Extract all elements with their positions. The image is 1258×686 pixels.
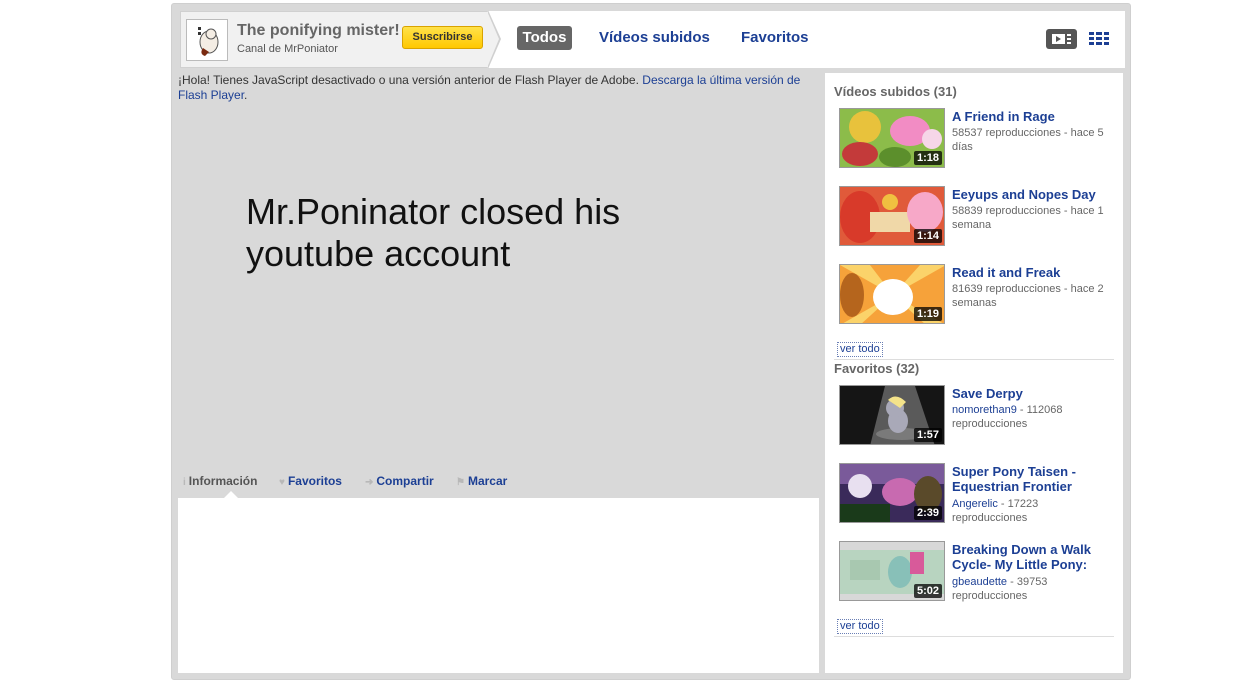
video-meta: 81639 reproducciones - hace 2 semanas (952, 283, 1104, 309)
share-arrow-icon: ➜ (365, 477, 374, 488)
video-meta: nomorethan9 - 112068 reproducciones (952, 403, 1112, 431)
section-divider (834, 359, 1114, 360)
grid-view-button[interactable] (1089, 32, 1109, 46)
video-meta: 58537 reproducciones - hace 5 días (952, 127, 1104, 153)
video-item: 5:02 Breaking Down a Walk Cycle- My Litt… (839, 541, 1119, 603)
tab-uploads[interactable]: Vídeos subidos (599, 26, 710, 50)
uploads-see-all-link[interactable]: ver todo (837, 342, 883, 357)
flash-warning-text: ¡Hola! Tienes JavaScript desactivado o u… (178, 73, 639, 87)
video-player[interactable]: ¡Hola! Tienes JavaScript desactivado o u… (172, 70, 822, 470)
tab-favorites[interactable]: Favoritos (741, 26, 809, 50)
video-item: 2:39 Super Pony Taisen - Equestrian Fron… (839, 463, 1119, 525)
flag-icon: ⚑ (456, 477, 465, 488)
video-title[interactable]: A Friend in Rage (952, 109, 1112, 124)
tab-information-label: Información (188, 474, 258, 488)
video-author-link[interactable]: Angerelic (952, 498, 998, 510)
video-title[interactable]: Save Derpy (952, 386, 1112, 401)
video-duration: 2:39 (913, 506, 942, 520)
video-thumbnail[interactable]: 1:57 (839, 385, 945, 445)
avatar[interactable] (186, 19, 228, 61)
channel-header: The ponifying mister! Canal de MrPoniato… (180, 10, 1125, 69)
video-meta: Angerelic - 17223 reproducciones (952, 497, 1112, 525)
video-duration: 5:02 (913, 584, 942, 598)
video-thumbnail[interactable]: 2:39 (839, 463, 945, 523)
video-meta: gbeaudette - 39753 reproducciones (952, 575, 1112, 603)
header-arrow (487, 11, 499, 68)
video-title[interactable]: Read it and Freak (952, 265, 1112, 280)
channel-info-box: The ponifying mister! Canal de MrPoniato… (180, 11, 488, 68)
info-tabs: i Información ♥ Favoritos ➜ Compartir ⚑ Marc… (172, 470, 822, 498)
heart-icon: ♥ (279, 477, 285, 488)
video-thumbnail[interactable]: 1:18 (839, 108, 945, 168)
channel-title[interactable]: The ponifying mister! (237, 22, 400, 40)
grid-view-icon (1089, 32, 1109, 45)
video-title[interactable]: Eeyups and Nopes Day (952, 187, 1112, 202)
video-author-link[interactable]: gbeaudette (952, 576, 1007, 588)
video-thumbnail[interactable]: 1:14 (839, 186, 945, 246)
favorites-see-all-link[interactable]: ver todo (837, 619, 883, 634)
uploads-section-title[interactable]: Vídeos subidos (31) (834, 84, 957, 99)
video-duration: 1:14 (913, 229, 942, 243)
tab-add-favorite-label: Favoritos (287, 474, 342, 488)
info-icon: i (183, 477, 186, 488)
favorites-section-title[interactable]: Favoritos (32) (834, 361, 919, 376)
info-panel (178, 498, 819, 673)
video-title[interactable]: Super Pony Taisen - Equestrian Frontier (952, 464, 1112, 494)
video-item: 1:19 Read it and Freak 81639 reproduccio… (839, 264, 1119, 324)
tab-all[interactable]: Todos (517, 26, 572, 50)
video-meta: 58839 reproducciones - hace 1 semana (952, 205, 1104, 231)
video-author-link[interactable]: nomorethan9 (952, 404, 1017, 416)
sidebar: Vídeos subidos (31) 1:18 A Friend in Rag… (825, 73, 1123, 673)
subscribe-button[interactable]: Suscribirse (402, 26, 483, 49)
tab-flag-label: Marcar (467, 474, 508, 488)
video-thumbnail[interactable]: 1:19 (839, 264, 945, 324)
video-item: 1:14 Eeyups and Nopes Day 58839 reproduc… (839, 186, 1119, 246)
tab-share[interactable]: ➜ Compartir (365, 474, 434, 488)
video-thumbnail[interactable]: 5:02 (839, 541, 945, 601)
video-item: 1:57 Save Derpy nomorethan9 - 112068 rep… (839, 385, 1119, 445)
section-divider (834, 636, 1114, 637)
video-duration: 1:18 (913, 151, 942, 165)
video-title[interactable]: Breaking Down a Walk Cycle- My Little Po… (952, 542, 1112, 572)
player-view-icon (1052, 34, 1071, 44)
video-duration: 1:57 (913, 428, 942, 442)
flash-warning: ¡Hola! Tienes JavaScript desactivado o u… (178, 73, 801, 102)
tab-flag[interactable]: ⚑ Marcar (456, 474, 507, 488)
channel-frame: The ponifying mister! Canal de MrPoniato… (171, 3, 1131, 680)
tab-share-label: Compartir (376, 474, 434, 488)
channel-subtitle: Canal de MrPoniator (237, 43, 338, 55)
active-tab-pointer (224, 491, 238, 498)
player-overlay-text: Mr.Poninator closed his youtube account (246, 191, 621, 274)
video-duration: 1:19 (913, 307, 942, 321)
tab-add-favorite[interactable]: ♥ Favoritos (279, 474, 342, 488)
video-item: 1:18 A Friend in Rage 58537 reproduccion… (839, 108, 1119, 168)
player-view-button[interactable] (1046, 29, 1077, 49)
tab-information[interactable]: i Información (183, 474, 257, 488)
